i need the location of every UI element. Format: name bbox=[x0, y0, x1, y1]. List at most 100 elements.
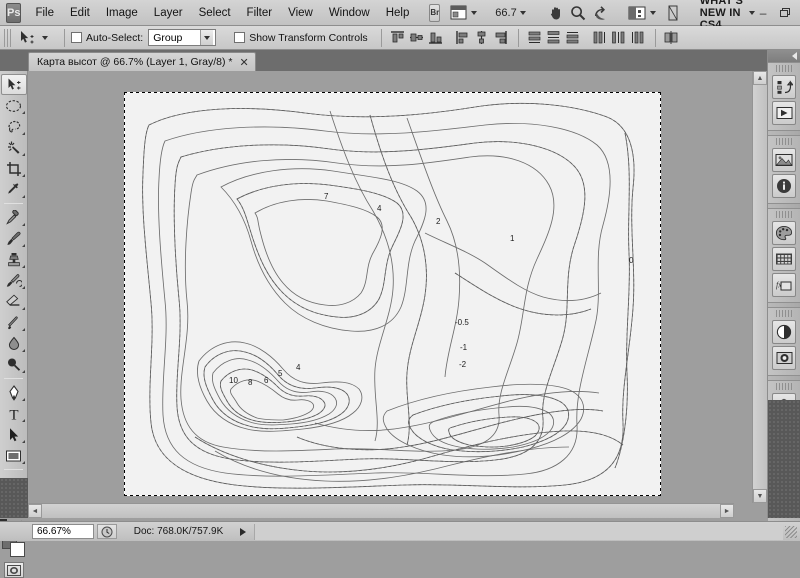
scroll-up-arrow[interactable]: ▲ bbox=[753, 71, 767, 85]
history-panel-icon[interactable] bbox=[772, 75, 796, 99]
menu-image[interactable]: Image bbox=[98, 4, 146, 22]
dock-group-grip[interactable] bbox=[776, 65, 792, 72]
adjustments-panel-icon[interactable] bbox=[772, 320, 796, 344]
dock-collapse-header[interactable] bbox=[768, 50, 800, 62]
close-icon[interactable]: ✕ bbox=[239, 56, 248, 69]
tool-blur[interactable] bbox=[1, 333, 27, 354]
menu-edit[interactable]: Edit bbox=[62, 4, 98, 22]
menu-help[interactable]: Help bbox=[378, 4, 418, 22]
tool-healing-brush[interactable] bbox=[1, 207, 27, 228]
contour-map-graphic: 7 4 2 1 0 -0.5 -1 -2 4 5 6 8 10 bbox=[125, 93, 660, 495]
tools-divider-3 bbox=[4, 469, 23, 470]
restore-button[interactable] bbox=[777, 5, 793, 21]
distribute-right-edges-button[interactable] bbox=[629, 29, 646, 47]
tool-rectangle-shape[interactable] bbox=[1, 445, 27, 466]
align-horizontal-centers-button[interactable] bbox=[473, 29, 490, 47]
dock-group-grip[interactable] bbox=[776, 138, 792, 145]
document-tab[interactable]: Карта высот @ 66.7% (Layer 1, Gray/8) * … bbox=[28, 52, 256, 71]
canvas-work-area[interactable]: 7 4 2 1 0 -0.5 -1 -2 4 5 6 8 10 bbox=[28, 71, 767, 518]
menu-file[interactable]: File bbox=[27, 4, 62, 22]
auto-select-checkbox[interactable] bbox=[71, 32, 82, 43]
tool-history-brush[interactable] bbox=[1, 270, 27, 291]
tool-move[interactable] bbox=[1, 74, 27, 95]
contour-label: -0.5 bbox=[455, 318, 469, 327]
dock-group-grip[interactable] bbox=[776, 310, 792, 317]
align-vertical-centers-button[interactable] bbox=[408, 29, 425, 47]
scroll-down-arrow[interactable]: ▼ bbox=[753, 489, 767, 503]
clock-icon[interactable] bbox=[97, 524, 117, 539]
tool-flyout-indicator bbox=[22, 419, 25, 422]
tool-lasso[interactable] bbox=[1, 116, 27, 137]
menu-select[interactable]: Select bbox=[191, 4, 239, 22]
document-info: Doc: 768.0K/757.9K bbox=[121, 524, 236, 539]
tool-path-selection[interactable] bbox=[1, 424, 27, 445]
view-extras-button[interactable] bbox=[448, 4, 477, 22]
tool-eraser[interactable] bbox=[1, 291, 27, 312]
menu-view[interactable]: View bbox=[280, 4, 321, 22]
tool-preset-chevron-icon[interactable] bbox=[42, 36, 48, 40]
styles-panel-icon[interactable]: fx bbox=[772, 273, 796, 297]
options-bar-grip[interactable] bbox=[4, 29, 11, 47]
zoom-level-control[interactable]: 66.7 bbox=[491, 7, 525, 19]
tool-dodge[interactable] bbox=[1, 354, 27, 375]
distribute-left-edges-button[interactable] bbox=[591, 29, 608, 47]
dock-group-grip[interactable] bbox=[776, 383, 792, 390]
dock-group-grip[interactable] bbox=[776, 211, 792, 218]
horizontal-scrollbar[interactable]: ◄ ► bbox=[28, 503, 734, 518]
menu-filter[interactable]: Filter bbox=[239, 4, 281, 22]
screen-mode-button[interactable] bbox=[627, 4, 656, 22]
navigator-panel-icon[interactable] bbox=[772, 148, 796, 172]
status-menu-arrow-icon[interactable] bbox=[240, 528, 246, 536]
options-divider-2 bbox=[381, 29, 382, 47]
distribute-vertical-centers-button[interactable] bbox=[545, 29, 562, 47]
tool-elliptical-marquee[interactable] bbox=[1, 95, 27, 116]
distribute-horizontal-centers-button[interactable] bbox=[610, 29, 627, 47]
background-color-swatch[interactable] bbox=[10, 542, 25, 557]
color-panel-icon[interactable] bbox=[772, 221, 796, 245]
align-right-edges-button[interactable] bbox=[492, 29, 509, 47]
photoshop-logo: Ps bbox=[6, 3, 21, 23]
tool-quick-selection[interactable] bbox=[1, 137, 27, 158]
actions-panel-icon[interactable] bbox=[772, 101, 796, 125]
rotate-view-icon[interactable] bbox=[592, 4, 609, 22]
tool-flyout-indicator bbox=[22, 328, 25, 331]
auto-select-dropdown[interactable]: Group bbox=[148, 29, 216, 46]
tool-eyedropper[interactable] bbox=[1, 179, 27, 200]
resize-grip[interactable] bbox=[785, 526, 797, 538]
menu-window[interactable]: Window bbox=[321, 4, 378, 22]
hand-tool-icon[interactable] bbox=[548, 4, 564, 22]
bridge-icon[interactable]: Br bbox=[429, 4, 440, 22]
menu-layer[interactable]: Layer bbox=[146, 4, 191, 22]
tool-pen[interactable] bbox=[1, 382, 27, 403]
scroll-left-arrow[interactable]: ◄ bbox=[28, 504, 42, 518]
photoshop-window: Ps File Edit Image Layer Select Filter V… bbox=[0, 0, 800, 541]
zoom-tool-icon[interactable] bbox=[570, 4, 586, 22]
distribute-bottom-edges-button[interactable] bbox=[564, 29, 581, 47]
vertical-scrollbar[interactable]: ▲ ▼ bbox=[752, 71, 767, 503]
tool-gradient[interactable] bbox=[1, 312, 27, 333]
tool-flyout-indicator bbox=[22, 286, 25, 289]
align-left-edges-button[interactable] bbox=[454, 29, 471, 47]
align-top-edges-button[interactable] bbox=[389, 29, 406, 47]
auto-align-layers-button[interactable] bbox=[663, 29, 680, 47]
distribute-top-edges-button[interactable] bbox=[526, 29, 543, 47]
zoom-percentage-field[interactable]: 66.67% bbox=[32, 524, 94, 539]
align-bottom-edges-button[interactable] bbox=[427, 29, 444, 47]
show-transform-label: Show Transform Controls bbox=[249, 32, 367, 44]
tool-crop[interactable] bbox=[1, 158, 27, 179]
tool-type[interactable]: T bbox=[1, 403, 27, 424]
swatches-panel-icon[interactable] bbox=[772, 247, 796, 271]
minimize-button[interactable]: – bbox=[755, 5, 771, 21]
scroll-right-arrow[interactable]: ► bbox=[720, 504, 734, 518]
move-tool-icon[interactable] bbox=[15, 28, 39, 48]
arrange-documents-icon[interactable] bbox=[666, 4, 680, 22]
tool-flyout-indicator bbox=[22, 111, 25, 114]
quick-mask-button[interactable] bbox=[4, 562, 24, 578]
tool-brush[interactable] bbox=[1, 228, 27, 249]
contour-label: -2 bbox=[459, 360, 467, 369]
masks-panel-icon[interactable] bbox=[772, 346, 796, 370]
image-canvas[interactable]: 7 4 2 1 0 -0.5 -1 -2 4 5 6 8 10 bbox=[125, 93, 660, 495]
info-panel-icon[interactable] bbox=[772, 174, 796, 198]
show-transform-checkbox[interactable] bbox=[234, 32, 245, 43]
tool-clone-stamp[interactable] bbox=[1, 249, 27, 270]
